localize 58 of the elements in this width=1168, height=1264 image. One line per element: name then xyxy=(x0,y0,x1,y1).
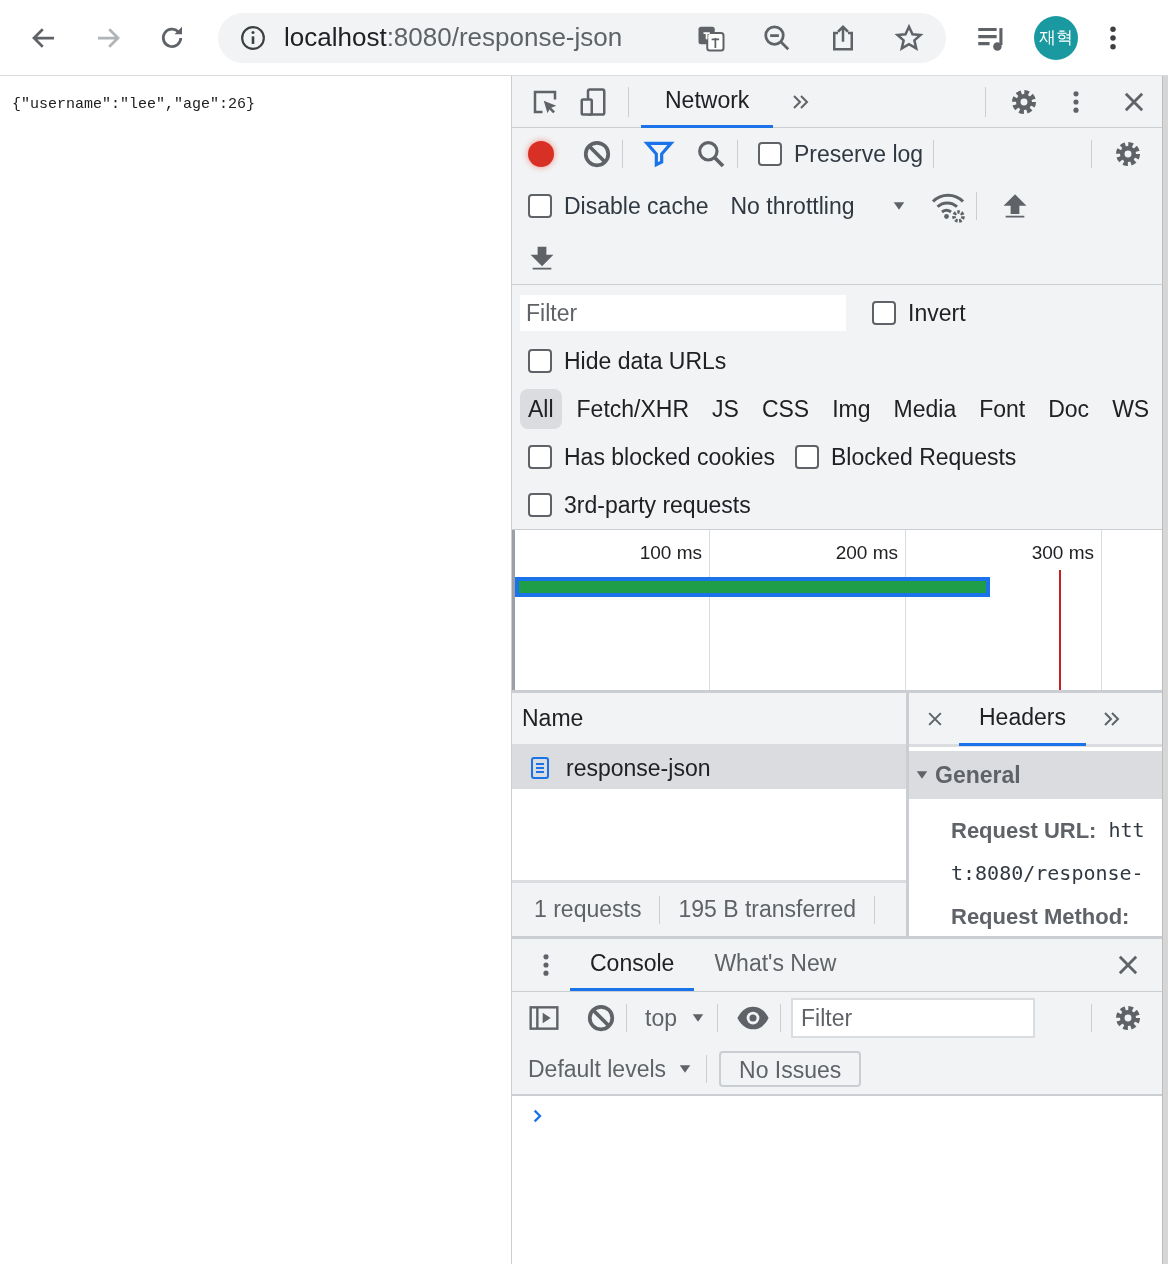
type-filter[interactable]: Fetch/XHR xyxy=(568,389,698,429)
checkbox[interactable] xyxy=(528,349,552,373)
info-icon[interactable] xyxy=(240,24,266,51)
checkbox[interactable] xyxy=(758,142,782,166)
checkbox-label[interactable]: 3rd-party requests xyxy=(564,487,751,523)
download-icon[interactable] xyxy=(528,244,556,272)
type-filter[interactable]: WS xyxy=(1104,389,1158,429)
column-header[interactable]: Name xyxy=(522,701,584,736)
device-icon[interactable] xyxy=(578,86,608,117)
type-filter[interactable]: CSS xyxy=(753,389,818,429)
status-text: 1 requests xyxy=(534,895,642,925)
filter-field[interactable]: Filter xyxy=(520,295,846,331)
url-text[interactable]: localhost:8080/response-json xyxy=(284,18,623,57)
clear-icon[interactable] xyxy=(582,139,612,169)
time-tick-label: 300 ms xyxy=(1031,541,1094,565)
field-label: Request URL: xyxy=(951,816,1097,845)
checkbox[interactable] xyxy=(794,445,819,469)
throttling-dropdown[interactable]: No throttling xyxy=(730,188,909,224)
checkbox-label[interactable]: Preserve log xyxy=(794,136,924,172)
checkbox-label[interactable]: Disable cache xyxy=(564,188,709,224)
status-text: 195 B transferred xyxy=(678,895,857,925)
clear-icon[interactable] xyxy=(586,1003,616,1033)
drawer-tab[interactable]: Console xyxy=(570,939,695,991)
document-icon xyxy=(528,756,552,780)
checkbox[interactable] xyxy=(528,194,552,218)
checkbox[interactable] xyxy=(528,445,552,469)
type-filter[interactable]: Font xyxy=(971,389,1034,429)
type-filter[interactable]: Doc xyxy=(1040,389,1098,429)
type-filter[interactable]: All xyxy=(520,389,562,429)
zoom-out-icon[interactable] xyxy=(762,22,792,53)
field-label: Request Method: xyxy=(951,902,1130,931)
time-tick-label: 100 ms xyxy=(639,541,702,565)
checkbox-label[interactable]: Blocked Requests xyxy=(830,439,1017,475)
field-value: htt xyxy=(1108,817,1145,844)
timeline-overview[interactable]: 100 ms 200 ms 300 ms xyxy=(512,530,1162,690)
drawer-tab[interactable]: What's New xyxy=(694,939,857,991)
context-dropdown[interactable]: top xyxy=(645,1000,707,1036)
checkbox[interactable] xyxy=(528,493,552,517)
address-bar[interactable]: localhost:8080/response-json xyxy=(218,12,946,63)
type-filter[interactable]: JS xyxy=(704,389,747,429)
checkbox-label[interactable]: Hide data URLs xyxy=(564,343,727,379)
type-filter[interactable]: Img xyxy=(824,389,879,429)
issues-button[interactable]: No Issues xyxy=(719,1051,862,1087)
checkbox[interactable] xyxy=(872,301,896,325)
request-row[interactable]: response-json xyxy=(512,747,906,789)
console-filter-field[interactable]: Filter xyxy=(791,998,1035,1038)
type-filter[interactable]: Media xyxy=(885,389,965,429)
checkbox-label[interactable]: Invert xyxy=(908,295,966,331)
panel-tab[interactable]: Network xyxy=(641,75,774,128)
search-icon[interactable] xyxy=(695,138,727,170)
field-value: t:8080/response- xyxy=(951,860,1144,887)
checkbox-label[interactable]: Has blocked cookies xyxy=(564,439,775,475)
section-header[interactable]: General xyxy=(909,751,1162,799)
star-icon[interactable] xyxy=(894,22,924,53)
record-button[interactable] xyxy=(528,141,554,167)
json-text: {"username":"lee","age":26} xyxy=(12,95,257,115)
levels-dropdown[interactable]: Default levels xyxy=(528,1051,695,1087)
time-tick-label: 200 ms xyxy=(835,541,898,565)
